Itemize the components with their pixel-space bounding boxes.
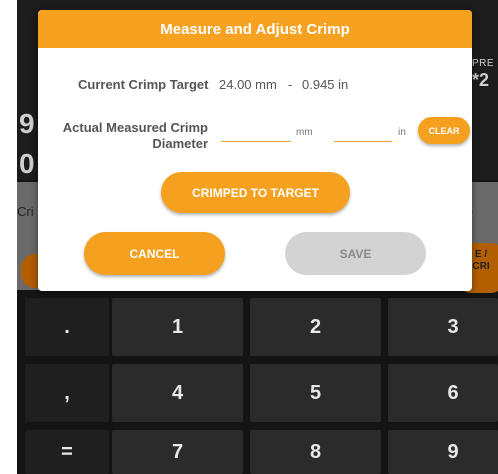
clear-button[interactable]: CLEAR bbox=[418, 117, 470, 144]
mm-unit-label: mm bbox=[296, 127, 313, 138]
measure-crimp-dialog: Measure and Adjust Crimp Current Crimp T… bbox=[38, 10, 472, 291]
measured-label-line2: Diameter bbox=[152, 136, 208, 151]
target-mm-value: 24.00 mm bbox=[219, 77, 277, 92]
target-separator: - bbox=[288, 77, 293, 92]
dialog-title: Measure and Adjust Crimp bbox=[160, 20, 350, 38]
cancel-button[interactable]: CANCEL bbox=[84, 232, 225, 275]
save-button[interactable]: SAVE bbox=[285, 232, 426, 275]
measured-in-input[interactable] bbox=[334, 125, 392, 142]
in-unit-label: in bbox=[398, 127, 406, 138]
target-label: Current Crimp Target bbox=[78, 77, 209, 92]
crimped-to-target-button[interactable]: CRIMPED TO TARGET bbox=[161, 172, 350, 213]
measured-label-line1: Actual Measured Crimp bbox=[62, 120, 208, 135]
measured-mm-input[interactable] bbox=[221, 125, 291, 142]
target-in-value: 0.945 in bbox=[302, 77, 349, 92]
dialog-header: Measure and Adjust Crimp bbox=[38, 10, 472, 48]
